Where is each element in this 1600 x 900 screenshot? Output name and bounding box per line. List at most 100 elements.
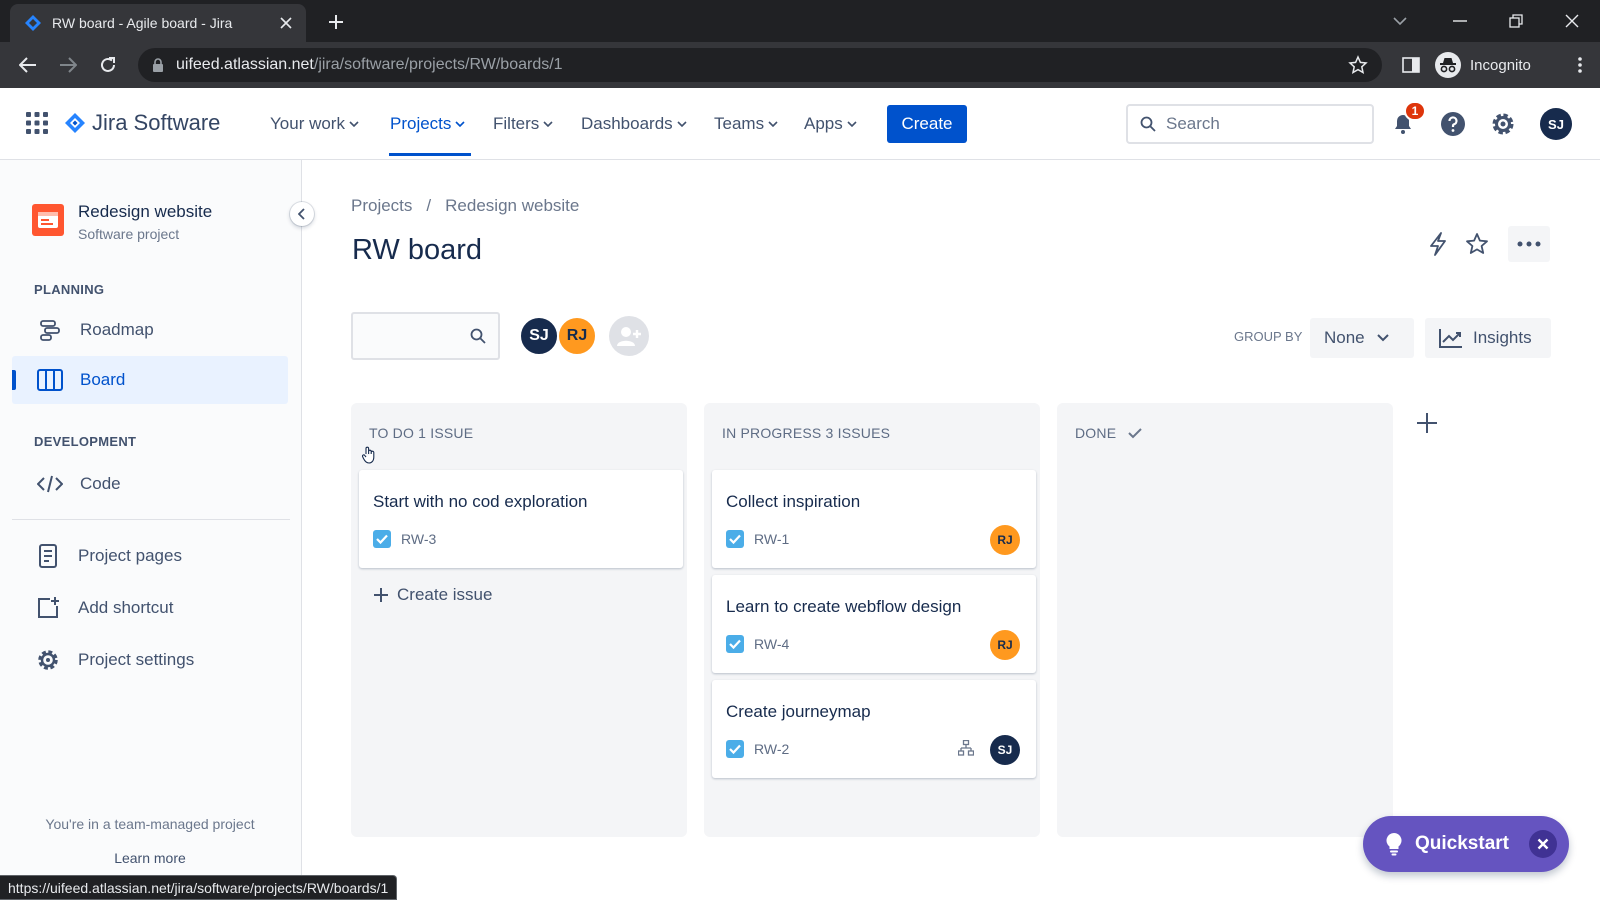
issue-key-row: RW-3 bbox=[373, 530, 436, 548]
help-button[interactable] bbox=[1438, 109, 1468, 139]
assignee-avatar[interactable]: SJ bbox=[990, 735, 1020, 765]
jira-logo[interactable]: Jira Software bbox=[64, 110, 220, 136]
sidebar-item-add-shortcut[interactable]: Add shortcut bbox=[12, 584, 288, 632]
forward-icon[interactable] bbox=[56, 53, 80, 77]
collapse-sidebar-button[interactable] bbox=[290, 202, 314, 226]
browser-tab[interactable]: RW board - Agile board - Jira bbox=[10, 4, 306, 42]
board-column-done: DONE bbox=[1057, 403, 1393, 837]
star-board-button[interactable] bbox=[1461, 228, 1493, 260]
group-by-dropdown[interactable]: None bbox=[1310, 318, 1414, 358]
url-path: /jira/software/projects/RW/boards/1 bbox=[313, 56, 563, 73]
close-window-icon[interactable] bbox=[1558, 8, 1586, 34]
board-search-input[interactable] bbox=[361, 324, 461, 348]
user-avatar[interactable]: SJ bbox=[1540, 108, 1572, 140]
assignee-avatar[interactable]: RJ bbox=[990, 525, 1020, 555]
insights-button[interactable]: Insights bbox=[1425, 318, 1551, 358]
add-shortcut-icon bbox=[34, 594, 62, 622]
filter-avatar-rj[interactable]: RJ bbox=[557, 316, 597, 356]
restore-icon[interactable] bbox=[1502, 8, 1530, 34]
breadcrumb-separator: / bbox=[426, 196, 432, 215]
search-icon bbox=[470, 328, 486, 344]
nav-filters[interactable]: Filters bbox=[493, 112, 553, 136]
chevron-down-icon bbox=[847, 121, 857, 127]
reload-icon[interactable] bbox=[96, 53, 120, 77]
issue-card[interactable]: Collect inspiration RW-1 RJ bbox=[712, 470, 1036, 568]
app-switcher-icon[interactable] bbox=[26, 112, 48, 134]
more-actions-button[interactable] bbox=[1508, 226, 1550, 262]
nav-dashboards[interactable]: Dashboards bbox=[581, 112, 687, 136]
sidebar-item-label: Code bbox=[80, 474, 121, 493]
global-search[interactable] bbox=[1126, 104, 1374, 144]
back-icon[interactable] bbox=[16, 53, 40, 77]
sidebar-item-roadmap[interactable]: Roadmap bbox=[12, 306, 288, 354]
add-people-button[interactable] bbox=[609, 316, 649, 356]
sidebar-item-board[interactable]: Board bbox=[12, 356, 288, 404]
browser-tab-bar: RW board - Agile board - Jira bbox=[0, 0, 1600, 42]
nav-your-work-label: Your work bbox=[270, 114, 345, 133]
browser-menu-icon[interactable] bbox=[1568, 53, 1592, 77]
column-title: TO DO 1 ISSUE bbox=[369, 425, 474, 441]
quickstart-label: Quickstart bbox=[1415, 833, 1509, 854]
nav-apps[interactable]: Apps bbox=[804, 112, 857, 136]
plus-icon bbox=[1416, 412, 1438, 434]
nav-teams-label: Teams bbox=[714, 114, 765, 133]
lightbulb-icon bbox=[1385, 832, 1403, 856]
board-search[interactable] bbox=[351, 312, 500, 360]
new-tab-icon[interactable] bbox=[324, 10, 348, 34]
group-by-label: GROUP BY bbox=[1234, 329, 1303, 344]
issue-title: Learn to create webflow design bbox=[726, 597, 962, 616]
nav-apps-label: Apps bbox=[804, 114, 843, 133]
tab-close-icon[interactable] bbox=[276, 13, 296, 33]
jira-top-nav: Jira Software Your work Projects Filters… bbox=[0, 88, 1600, 160]
learn-more-link[interactable]: Learn more bbox=[0, 850, 300, 866]
sidebar-item-label: Roadmap bbox=[80, 320, 154, 339]
code-icon bbox=[36, 470, 64, 498]
breadcrumb-project[interactable]: Redesign website bbox=[445, 196, 579, 216]
link-status-bar: https://uifeed.atlassian.net/jira/softwa… bbox=[0, 875, 398, 900]
plus-icon bbox=[373, 587, 389, 603]
issue-card[interactable]: Create journeymap RW-2 SJ bbox=[712, 680, 1036, 778]
breadcrumb-projects[interactable]: Projects bbox=[351, 196, 412, 216]
sidebar-item-project-settings[interactable]: Project settings bbox=[12, 636, 288, 684]
settings-button[interactable] bbox=[1488, 109, 1518, 139]
child-issues-icon[interactable] bbox=[958, 740, 974, 756]
quickstart-button[interactable]: Quickstart bbox=[1363, 816, 1569, 872]
close-icon[interactable] bbox=[1529, 830, 1557, 858]
tab-search-icon[interactable] bbox=[1386, 8, 1414, 34]
issue-key-row: RW-1 bbox=[726, 530, 789, 548]
create-issue-button[interactable]: Create issue bbox=[373, 585, 492, 605]
project-name[interactable]: Redesign website bbox=[78, 202, 212, 222]
notifications-button[interactable]: 1 bbox=[1388, 101, 1426, 139]
notification-badge: 1 bbox=[1404, 101, 1426, 121]
sidebar-item-code[interactable]: Code bbox=[12, 460, 288, 508]
help-icon bbox=[1440, 111, 1466, 137]
minimize-icon[interactable] bbox=[1446, 8, 1474, 34]
bookmark-star-icon[interactable] bbox=[1348, 55, 1368, 75]
nav-your-work[interactable]: Your work bbox=[270, 112, 359, 136]
incognito-indicator[interactable]: Incognito bbox=[1434, 48, 1552, 82]
page-title: RW board bbox=[352, 234, 483, 266]
planning-section-label: PLANNING bbox=[34, 282, 105, 297]
issue-card[interactable]: Start with no cod exploration RW-3 bbox=[359, 470, 683, 568]
create-button[interactable]: Create bbox=[887, 105, 967, 143]
roadmap-icon bbox=[36, 316, 64, 344]
issue-card[interactable]: Learn to create webflow design RW-4 RJ bbox=[712, 575, 1036, 673]
issue-key: RW-3 bbox=[401, 531, 437, 547]
filter-avatar-sj[interactable]: SJ bbox=[519, 316, 559, 356]
star-icon bbox=[1465, 232, 1489, 256]
browser-address-bar: uifeed.atlassian.net/jira/software/proje… bbox=[0, 42, 1600, 88]
team-managed-note: You're in a team-managed project bbox=[45, 816, 255, 832]
automation-button[interactable] bbox=[1422, 228, 1454, 260]
nav-teams[interactable]: Teams bbox=[714, 112, 778, 136]
url-field[interactable]: uifeed.atlassian.net/jira/software/proje… bbox=[138, 48, 1382, 82]
add-column-button[interactable] bbox=[1410, 406, 1444, 440]
chevron-left-icon bbox=[298, 208, 306, 220]
task-checkbox-icon bbox=[373, 530, 391, 548]
project-sidebar: Redesign website Software project PLANNI… bbox=[0, 160, 302, 900]
side-panel-icon[interactable] bbox=[1399, 53, 1423, 77]
nav-projects[interactable]: Projects bbox=[390, 112, 465, 136]
sidebar-item-project-pages[interactable]: Project pages bbox=[12, 532, 288, 580]
sidebar-item-label: Project pages bbox=[78, 546, 182, 565]
search-input[interactable] bbox=[1166, 114, 1346, 134]
assignee-avatar[interactable]: RJ bbox=[990, 630, 1020, 660]
